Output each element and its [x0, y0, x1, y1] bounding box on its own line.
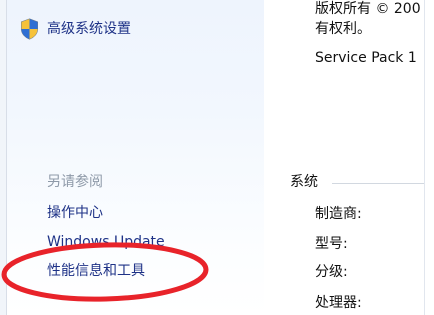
service-pack-label: Service Pack 1	[315, 50, 417, 66]
see-also-heading: 另请参阅	[47, 174, 103, 190]
advanced-system-settings-link[interactable]: 高级系统设置	[20, 17, 131, 41]
window-frame-right	[424, 0, 434, 315]
manufacturer-label: 制造商:	[315, 206, 362, 222]
rating-label: 分级:	[315, 264, 348, 280]
processor-label: 处理器:	[315, 295, 362, 311]
performance-info-tools-link[interactable]: 性能信息和工具	[47, 262, 145, 280]
section-divider	[332, 183, 424, 184]
uac-shield-icon	[21, 18, 38, 40]
system-section-heading: 系统	[290, 174, 318, 190]
advanced-system-settings-label: 高级系统设置	[47, 21, 131, 37]
action-center-link[interactable]: 操作中心	[47, 204, 103, 222]
model-label: 型号:	[315, 236, 348, 252]
window-frame-left	[0, 0, 7, 315]
copyright-text-line2: 有权利。	[315, 21, 371, 37]
copyright-text-line1: 版权所有 © 200	[315, 1, 421, 17]
windows-update-link[interactable]: Windows Update	[47, 233, 165, 251]
